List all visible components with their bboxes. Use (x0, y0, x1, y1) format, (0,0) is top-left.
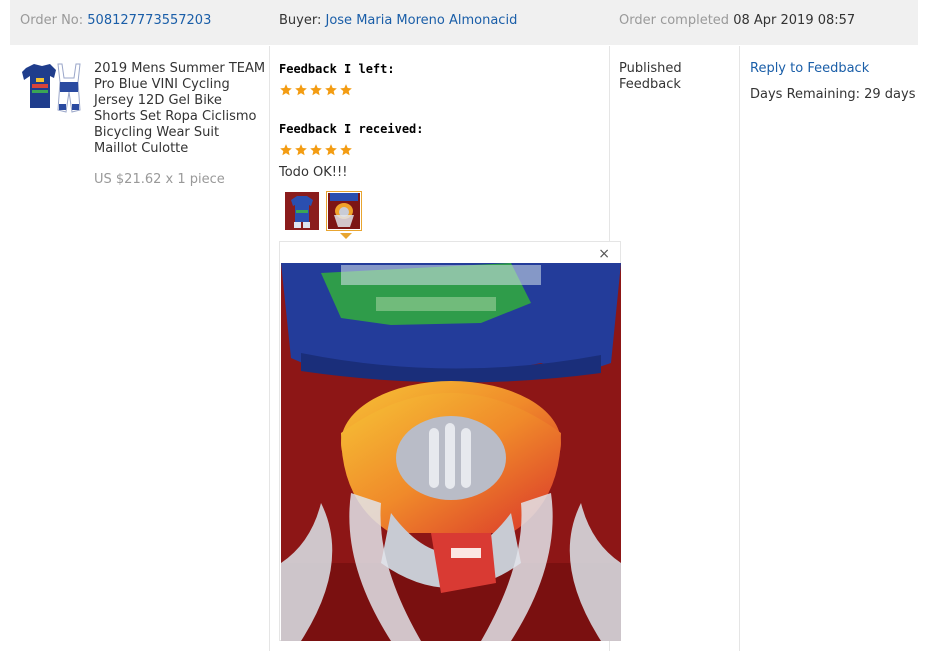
reply-to-feedback-link[interactable]: Reply to Feedback (750, 61, 869, 76)
star-icon (340, 144, 352, 156)
buyer: Buyer: Jose Maria Moreno Almonacid (279, 13, 517, 28)
feedback-comment: Todo OK!!! (279, 165, 348, 180)
feedback-received-stars (279, 143, 353, 159)
star-icon (325, 144, 337, 156)
feedback-received-label: Feedback I received: (279, 122, 424, 136)
buyer-name-link[interactable]: Jose Maria Moreno Almonacid (326, 13, 518, 28)
order-completed: Order completed 08 Apr 2019 08:57 (619, 13, 855, 28)
active-thumb-pointer (340, 233, 352, 239)
star-icon (310, 84, 322, 96)
order-number-label: Order No: (20, 13, 84, 28)
star-icon (310, 144, 322, 156)
order-completed-date: 08 Apr 2019 08:57 (733, 13, 856, 28)
star-icon (295, 84, 307, 96)
order-number-link[interactable]: 508127773557203 (87, 13, 211, 28)
feedback-photo-large (281, 263, 621, 641)
close-icon[interactable]: × (598, 245, 610, 263)
feedback-photo-thumb-2[interactable] (326, 191, 362, 231)
product-image[interactable] (20, 60, 82, 116)
column-divider (269, 46, 270, 651)
feedback-left-label: Feedback I left: (279, 62, 395, 76)
order-number: Order No: 508127773557203 (20, 13, 211, 28)
feedback-left-stars (279, 83, 353, 99)
product-price: US $21.62 x 1 piece (94, 172, 225, 187)
buyer-label: Buyer: (279, 13, 322, 28)
order-header: Order No: 508127773557203 Buyer: Jose Ma… (10, 0, 918, 45)
star-icon (340, 84, 352, 96)
star-icon (280, 84, 292, 96)
photo-viewer: × (279, 241, 621, 641)
days-remaining: Days Remaining: 29 days (750, 87, 916, 102)
star-icon (280, 144, 292, 156)
feedback-status: Published Feedback (619, 61, 682, 92)
product-title-link[interactable]: 2019 Mens Summer TEAM Pro Blue VINI Cycl… (94, 61, 266, 157)
order-completed-label: Order completed (619, 13, 730, 28)
star-icon (295, 144, 307, 156)
column-divider (739, 46, 740, 651)
star-icon (325, 84, 337, 96)
feedback-photo-thumb-1[interactable] (284, 191, 320, 231)
